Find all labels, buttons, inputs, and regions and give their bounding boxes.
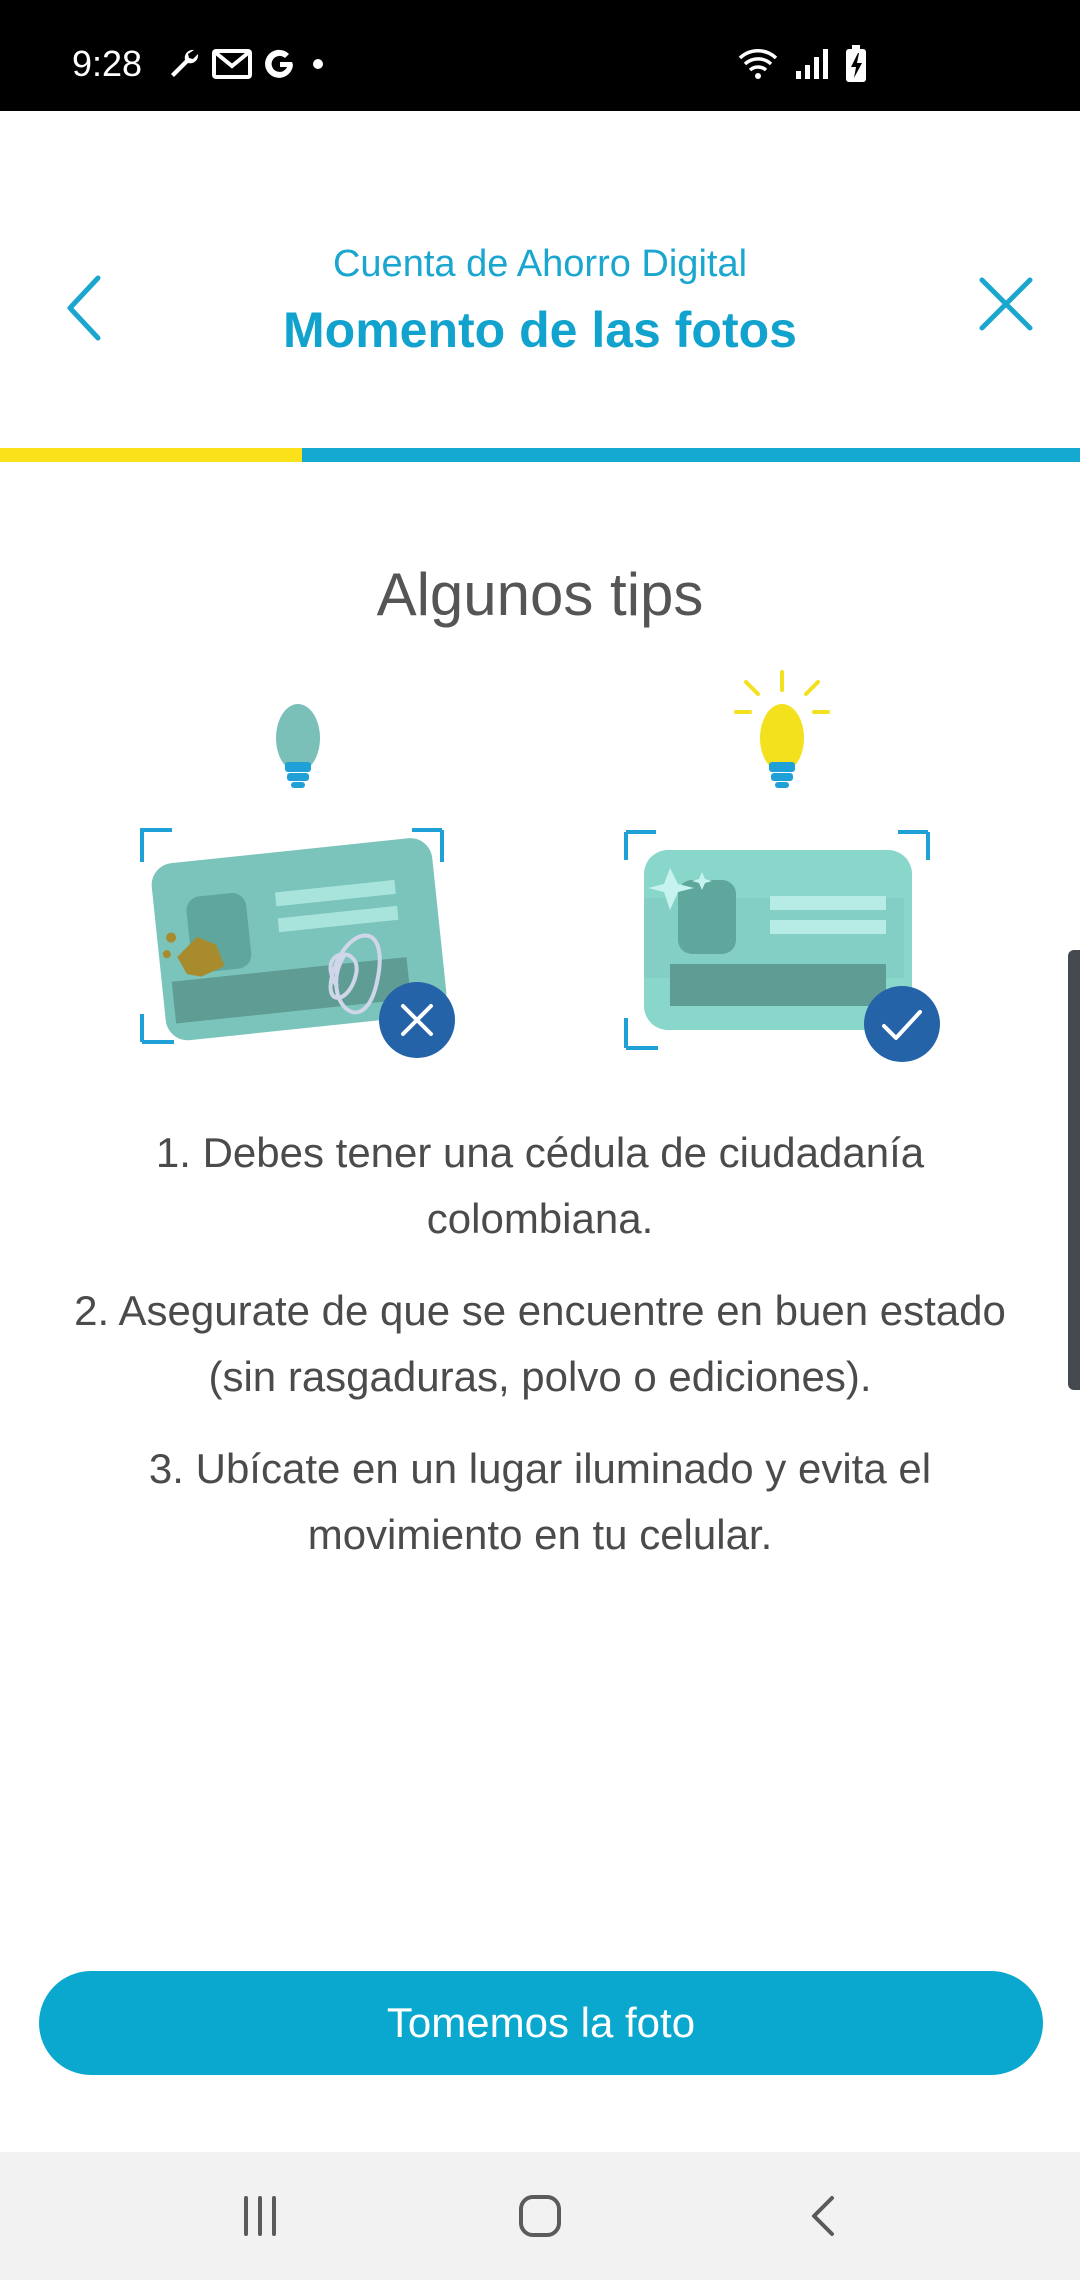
status-bar: 9:28 xyxy=(0,0,1080,111)
bad-id-card-illustration xyxy=(140,704,455,1058)
tips-list: 1. Debes tener una cédula de ciudadanía … xyxy=(60,1120,1020,1594)
take-photo-button[interactable]: Tomemos la foto xyxy=(39,1971,1043,2075)
back-icon xyxy=(812,2196,834,2236)
tip-1: 1. Debes tener una cédula de ciudadanía … xyxy=(155,1129,925,1242)
home-icon xyxy=(519,2195,561,2237)
wifi-icon xyxy=(736,46,780,87)
signal-icon xyxy=(794,47,830,86)
system-nav-bar xyxy=(0,2152,1080,2280)
status-time: 9:28 xyxy=(72,43,143,84)
recent-apps-button[interactable] xyxy=(200,2176,320,2256)
status-icons-left xyxy=(166,48,328,84)
recent-apps-icon xyxy=(244,2196,276,2236)
google-icon xyxy=(262,46,298,87)
good-id-card-illustration xyxy=(624,670,940,1062)
lightbulb-off-icon xyxy=(276,704,320,788)
home-button[interactable] xyxy=(480,2176,600,2256)
tip-2: 2. Asegurate de que se encuentre en buen… xyxy=(74,1287,1006,1400)
section-title: Algunos tips xyxy=(376,561,704,628)
close-icon xyxy=(979,277,1033,331)
progress-bar xyxy=(0,448,1080,462)
close-button[interactable] xyxy=(964,262,1048,346)
status-icons-right xyxy=(736,44,868,89)
battery-charging-icon xyxy=(844,44,868,89)
tip-3: 3. Ubícate en un lugar iluminado y evita… xyxy=(148,1445,932,1558)
lightbulb-on-icon xyxy=(734,670,830,788)
dot-icon xyxy=(308,46,328,87)
wrench-icon xyxy=(166,46,202,87)
mail-icon xyxy=(212,47,252,86)
header-subtitle: Cuenta de Ahorro Digital xyxy=(332,243,748,285)
nav-back-button[interactable] xyxy=(762,2176,882,2256)
progress-fill xyxy=(0,448,303,462)
scroll-handle[interactable] xyxy=(1068,950,1080,1390)
page-title: Momento de las fotos xyxy=(283,302,797,358)
